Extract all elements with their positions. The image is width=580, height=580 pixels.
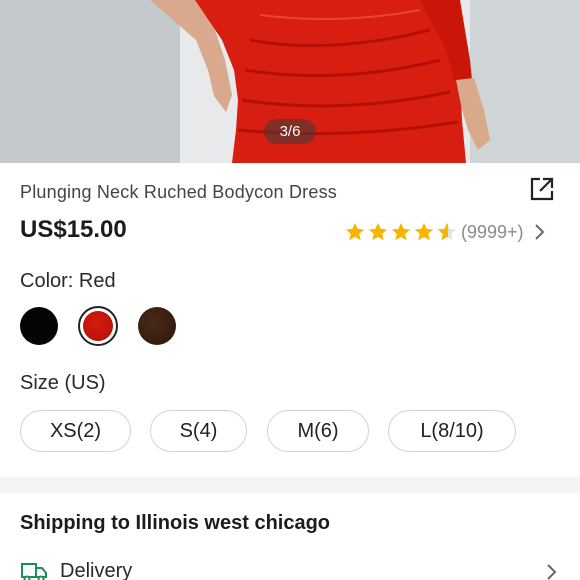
star-icon — [414, 222, 434, 241]
image-counter: 3/6 — [264, 119, 316, 144]
truck-icon — [21, 563, 47, 580]
chevron-right-icon — [547, 564, 557, 580]
star-rating — [344, 221, 459, 243]
color-swatch-black[interactable] — [20, 307, 58, 345]
section-divider — [0, 477, 580, 493]
size-option-s[interactable]: S(4) — [150, 410, 247, 452]
half-star-icon — [437, 222, 457, 241]
product-image[interactable]: 3/6 — [0, 0, 580, 163]
star-icon — [345, 222, 365, 241]
color-label: Color: Red — [20, 270, 116, 292]
star-icon — [368, 222, 388, 241]
delivery-label: Delivery — [60, 559, 133, 580]
product-price: US$15.00 — [20, 216, 127, 243]
star-icon — [391, 222, 411, 241]
shipping-title: Shipping to Illinois west chicago — [20, 512, 331, 534]
share-icon[interactable] — [528, 175, 556, 203]
size-option-l[interactable]: L(8/10) — [388, 410, 516, 452]
delivery-row[interactable]: Delivery — [20, 558, 560, 580]
size-option-xs[interactable]: XS(2) — [20, 410, 131, 452]
size-option-m[interactable]: M(6) — [267, 410, 369, 452]
color-swatch-red[interactable] — [78, 306, 118, 346]
size-label: Size (US) — [20, 372, 106, 394]
review-count: (9999+) — [461, 221, 524, 242]
chevron-right-icon — [534, 224, 544, 240]
color-swatch-brown[interactable] — [138, 307, 176, 345]
product-title: Plunging Neck Ruched Bodycon Dress — [20, 182, 337, 202]
rating-summary[interactable]: (9999+) — [344, 219, 546, 245]
